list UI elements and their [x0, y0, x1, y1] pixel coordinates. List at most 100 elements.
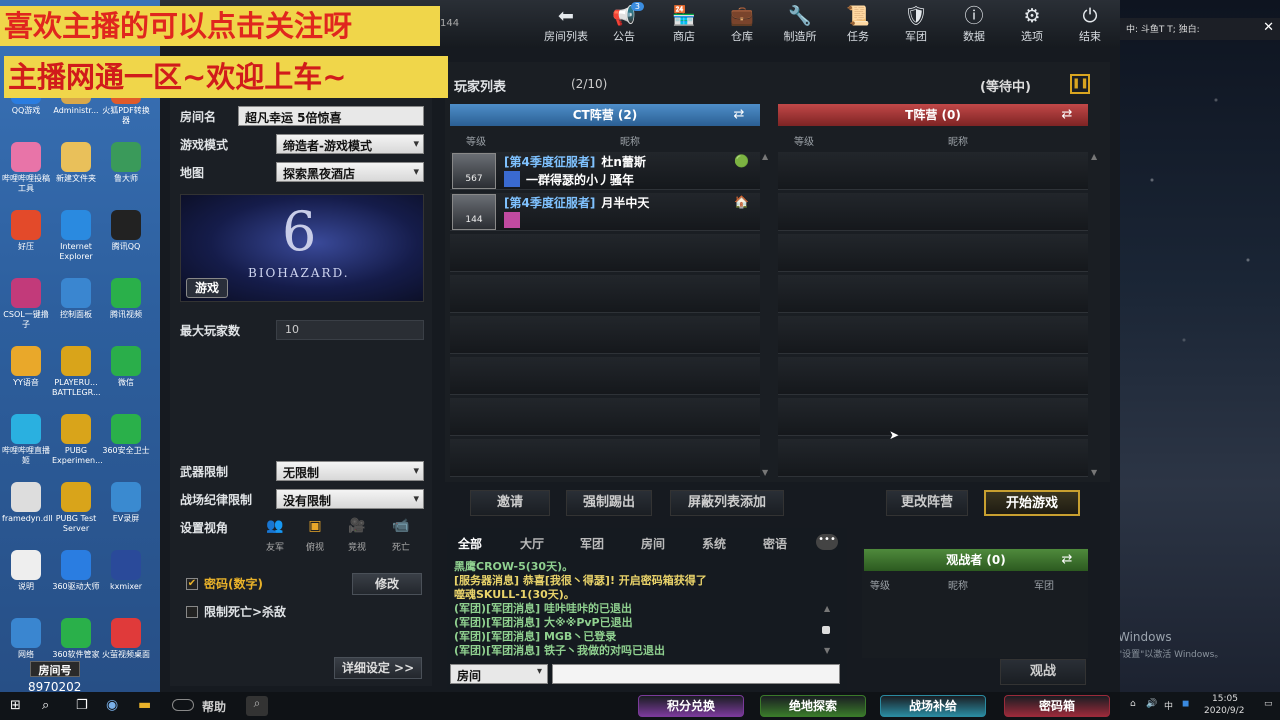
chat-scroll-thumb[interactable] [822, 626, 830, 634]
top-menu-gear[interactable]: ⚙ 选项 [1006, 4, 1058, 44]
network-icon[interactable]: ⌂ [1130, 699, 1136, 709]
desktop-icon[interactable]: 360软件管家 [52, 618, 100, 660]
close-icon[interactable]: ✕ [1263, 20, 1274, 35]
t-player-slot[interactable] [778, 152, 1088, 190]
help-button[interactable]: 帮助 [202, 698, 226, 715]
chat-tab[interactable]: 密语 [763, 535, 787, 552]
swap-team-icon[interactable]: ⇄ [1050, 107, 1084, 123]
desktop-icon[interactable]: Internet Explorer [52, 210, 100, 262]
player-name[interactable]: [第4季度征服者] 杜n蕾斯 [504, 153, 646, 170]
t-scroll-down-icon[interactable]: ▼ [1091, 468, 1099, 477]
start-game-button[interactable]: 开始游戏 [984, 490, 1080, 516]
toggle-icon[interactable] [172, 699, 194, 711]
desktop-icon[interactable]: PUBG Test Server [52, 482, 100, 534]
chat-tab[interactable]: 军团 [580, 535, 604, 552]
desktop-icon[interactable]: 新建文件夹 [52, 142, 100, 184]
desktop-icon[interactable]: 腾讯QQ [102, 210, 150, 252]
room-name-field[interactable]: 超凡幸运 5倍惊喜 [238, 106, 424, 126]
ct-team-header[interactable]: CT阵营 (2) [450, 104, 760, 126]
clock-date[interactable]: 2020/9/2 [1204, 706, 1244, 716]
search-icon[interactable]: ⌕ [42, 698, 49, 713]
view-option[interactable]: 🎥 竞视 [340, 518, 374, 553]
player-name[interactable]: [第4季度征服者] 月半中天 [504, 194, 649, 211]
desktop-icon[interactable]: PUBG Experimen... [52, 414, 103, 466]
ct-player-slot[interactable] [450, 316, 760, 354]
top-menu-shop[interactable]: 🏪 商店 [658, 4, 710, 44]
desktop-icon[interactable]: 微信 [102, 346, 150, 388]
max-players-select[interactable]: 10 [276, 320, 424, 340]
t-player-slot[interactable] [778, 398, 1088, 436]
t-team-header[interactable]: T阵营 (0) [778, 104, 1088, 126]
ct-scroll-down-icon[interactable]: ▼ [762, 468, 770, 477]
desktop-icon[interactable]: framedyn.dll [2, 482, 53, 524]
search-icon[interactable]: ⌕ [246, 696, 268, 716]
top-menu-info[interactable]: ⓘ 数据 [948, 4, 1000, 44]
spectate-button[interactable]: 观战 [1000, 659, 1086, 685]
ct-player-slot[interactable] [450, 439, 760, 477]
swap-team-icon[interactable]: ⇄ [1050, 552, 1084, 568]
chat-channel-select[interactable]: 房间 [450, 664, 548, 684]
change-team-button[interactable]: 更改阵营 [886, 490, 968, 516]
chat-tab[interactable]: 大厅 [520, 535, 544, 552]
password-checkbox[interactable]: ✔ [186, 578, 198, 590]
footer-button[interactable]: 积分兑换 [638, 695, 744, 717]
desktop-icon[interactable]: kxmixer [102, 550, 150, 592]
ct-scroll-up-icon[interactable]: ▲ [762, 152, 770, 161]
chat-tab[interactable]: 系统 [702, 535, 726, 552]
desktop-icon[interactable]: 网络 [2, 618, 50, 660]
t-player-slot[interactable] [778, 234, 1088, 272]
app-tray-icon[interactable]: ◼ [1182, 699, 1189, 709]
task-view-icon[interactable]: ❐ [76, 698, 88, 713]
desktop-icon[interactable]: 哔哩哔哩投稿工具 [2, 142, 50, 194]
t-player-slot[interactable] [778, 275, 1088, 313]
desktop-icon[interactable]: 360驱动大师 [52, 550, 100, 592]
invite-button[interactable]: 邀请 [470, 490, 550, 516]
notification-icon[interactable]: ▭ [1264, 699, 1273, 709]
pause-icon[interactable]: ❚❚ [1070, 74, 1090, 94]
top-menu-power[interactable]: ⏻ 结束 [1064, 4, 1116, 44]
windows-start-icon[interactable]: ⊞ [10, 698, 21, 713]
discipline-limit-select[interactable]: 没有限制 [276, 489, 424, 509]
block-list-button[interactable]: 屏蔽列表添加 [670, 490, 784, 516]
desktop-icon[interactable]: YY语音 [2, 346, 50, 388]
ct-player-slot[interactable] [450, 357, 760, 395]
footer-button[interactable]: 密码箱 [1004, 695, 1110, 717]
top-menu-megaphone[interactable]: 📢 公告 3 [598, 2, 650, 44]
chat-tab[interactable]: 全部 [458, 535, 482, 552]
t-scroll-up-icon[interactable]: ▲ [1091, 152, 1099, 161]
chat-bubble-icon[interactable]: ••• [816, 534, 838, 550]
top-menu-wrench[interactable]: 🔧 制造所 [774, 4, 826, 44]
kick-button[interactable]: 强制踢出 [566, 490, 652, 516]
modify-button[interactable]: 修改 [352, 573, 422, 595]
desktop-icon[interactable]: 好压 [2, 210, 50, 252]
t-player-slot[interactable] [778, 357, 1088, 395]
chevron-down-icon[interactable]: ▾ [537, 666, 542, 677]
ct-player-slot[interactable] [450, 398, 760, 436]
death-limit-checkbox[interactable] [186, 606, 198, 618]
footer-button[interactable]: 战场补给 [880, 695, 986, 717]
desktop-icon[interactable]: PLAYERU... BATTLEGR... [52, 346, 101, 398]
map-select[interactable]: 探索黑夜酒店 [276, 162, 424, 182]
t-player-slot[interactable] [778, 439, 1088, 477]
detail-settings-button[interactable]: 详细设定 >> [334, 657, 422, 679]
desktop-icon[interactable]: 说明 [2, 550, 50, 592]
desktop-icon[interactable]: 360安全卫士 [102, 414, 150, 456]
view-option[interactable]: ▣ 俯视 [298, 518, 332, 553]
top-menu-task[interactable]: 📜 任务 [832, 4, 884, 44]
folder-icon[interactable]: ▬ [138, 697, 151, 713]
chat-scroll-down-icon[interactable]: ▼ [824, 646, 832, 655]
clock-time[interactable]: 15:05 [1212, 694, 1238, 704]
top-menu-bag[interactable]: 💼 仓库 [716, 4, 768, 44]
desktop-icon[interactable]: EV录屏 [102, 482, 150, 524]
t-player-slot[interactable] [778, 193, 1088, 231]
volume-icon[interactable]: 🔊 [1146, 699, 1157, 709]
game-mode-select[interactable]: 缔造者-游戏模式 [276, 134, 424, 154]
top-menu-back-arrow[interactable]: ⬅ 房间列表 [540, 4, 592, 44]
top-menu-shield[interactable]: 🛡 军团 [890, 4, 942, 44]
ct-player-slot[interactable] [450, 275, 760, 313]
chat-input[interactable] [552, 664, 840, 684]
view-option[interactable]: 📹 死亡 [384, 518, 418, 553]
weapon-limit-select[interactable]: 无限制 [276, 461, 424, 481]
desktop-icon[interactable]: 鲁大师 [102, 142, 150, 184]
ime-indicator[interactable]: 中 [1164, 699, 1173, 712]
